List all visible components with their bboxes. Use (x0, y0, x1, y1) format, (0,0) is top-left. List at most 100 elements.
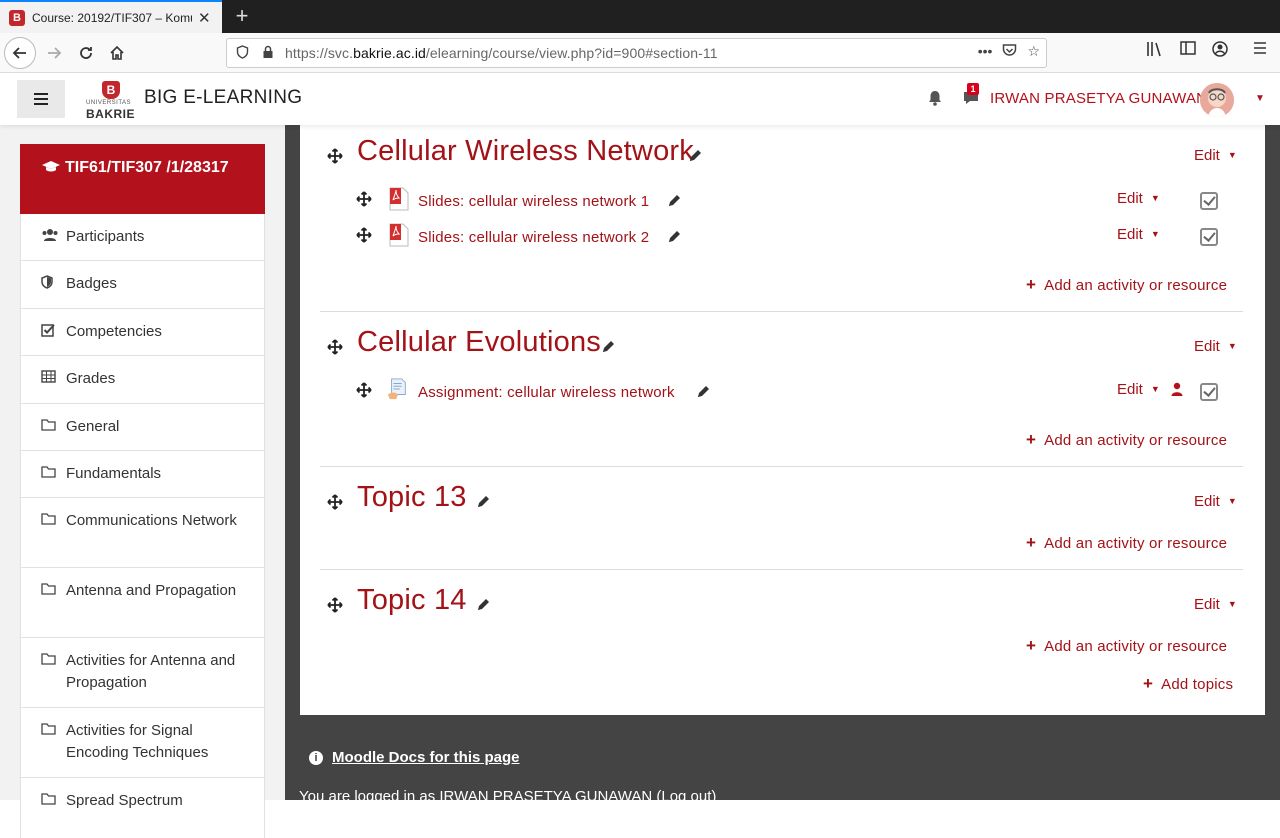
folder-icon (41, 792, 57, 808)
drawer-item-label: Competencies (66, 323, 162, 340)
section-edit-menu[interactable]: Edit ▼ (1194, 493, 1237, 510)
tab-close-icon[interactable]: ✕ (198, 9, 211, 27)
drawer-item-spread-spectrum[interactable]: Spread Spectrum (20, 778, 265, 838)
site-logo[interactable]: B UNIVERSITAS BAKRIE (86, 79, 138, 121)
section-title[interactable]: Cellular Wireless Network (357, 135, 694, 168)
sidebar-toggle-icon[interactable] (1180, 41, 1196, 55)
drawer-item-label: Spread Spectrum (66, 792, 183, 809)
tracking-shield-icon (231, 44, 253, 62)
section-divider (320, 569, 1243, 570)
reload-button[interactable] (70, 37, 102, 69)
drawer-item-badges[interactable]: Badges (20, 261, 265, 309)
library-icon[interactable] (1146, 41, 1164, 57)
lock-icon (257, 45, 279, 62)
course-title: TIF61/TIF307 /1/28317 (65, 159, 229, 176)
app-menu-icon[interactable] (1253, 41, 1267, 55)
folder-icon (41, 652, 57, 668)
drawer-item-grades[interactable]: Grades (20, 356, 265, 404)
section-edit-menu[interactable]: Edit ▼ (1194, 338, 1237, 355)
edit-title-pencil-icon[interactable] (667, 194, 681, 208)
notification-bell-icon[interactable] (926, 89, 944, 107)
section-title[interactable]: Cellular Evolutions (357, 326, 601, 359)
home-icon (110, 45, 124, 60)
section-title[interactable]: Topic 13 (357, 481, 467, 514)
add-topics-link[interactable]: + Add topics (1143, 674, 1233, 694)
reload-icon (80, 47, 92, 59)
activity-edit-menu[interactable]: Edit ▼ (1117, 381, 1160, 398)
course-home-link[interactable]: TIF61/TIF307 /1/28317 (20, 144, 265, 214)
folder-icon (41, 512, 57, 528)
page-actions-icon[interactable]: ••• (978, 43, 993, 60)
drawer-item-competencies[interactable]: Competencies (20, 309, 265, 356)
drawer-item-label: Activities for Antenna and Propagation (66, 652, 236, 691)
browser-tab-bar: B Course: 20192/TIF307 – Komu ✕ + (0, 0, 1280, 33)
add-activity-link[interactable]: + Add an activity or resource (1026, 275, 1227, 295)
add-activity-link[interactable]: + Add an activity or resource (1026, 533, 1227, 553)
edit-title-pencil-icon[interactable] (688, 149, 702, 163)
edit-title-pencil-icon[interactable] (696, 385, 710, 399)
activity-link[interactable]: Slides: cellular wireless network 1 (418, 193, 649, 210)
move-section-icon[interactable] (327, 494, 343, 510)
drawer-item-participants[interactable]: Participants (20, 214, 265, 261)
drawer-item-activities-antenna[interactable]: Activities for Antenna and Propagation (20, 638, 265, 708)
completion-checkbox-icon[interactable] (1200, 383, 1218, 401)
activity-edit-menu[interactable]: Edit ▼ (1117, 190, 1160, 207)
edit-title-pencil-icon[interactable] (476, 598, 490, 612)
users-icon (41, 228, 58, 244)
drawer-toggle-button[interactable] (17, 80, 65, 118)
bookmark-star-icon[interactable]: ☆ (1027, 43, 1040, 60)
tab-title: Course: 20192/TIF307 – Komu (32, 10, 192, 25)
url-bar[interactable]: https://svc.bakrie.ac.id/elearning/cours… (226, 38, 1047, 68)
drawer-item-fundamentals[interactable]: Fundamentals (20, 451, 265, 498)
section-edit-menu[interactable]: Edit ▼ (1194, 596, 1237, 613)
activity-link[interactable]: Assignment: cellular wireless network (418, 384, 675, 401)
section-divider (320, 311, 1243, 312)
section-divider (320, 466, 1243, 467)
browser-tab[interactable]: B Course: 20192/TIF307 – Komu ✕ (0, 0, 222, 33)
drawer-item-label: Participants (66, 228, 145, 245)
activity-link[interactable]: Slides: cellular wireless network 2 (418, 229, 649, 246)
forward-button[interactable] (38, 37, 70, 69)
move-section-icon[interactable] (327, 339, 343, 355)
drawer-item-general[interactable]: General (20, 404, 265, 451)
user-menu-caret-icon[interactable]: ▼ (1255, 93, 1265, 104)
drawer-item-label: General (66, 418, 120, 435)
url-text: https://svc.bakrie.ac.id/elearning/cours… (285, 45, 718, 61)
edit-title-pencil-icon[interactable] (601, 340, 615, 354)
edit-title-pencil-icon[interactable] (476, 495, 490, 509)
site-name[interactable]: BIG E-LEARNING (144, 87, 302, 109)
logo-shield: B (102, 81, 120, 99)
drawer-item-communications-network[interactable]: Communications Network (20, 498, 265, 568)
completion-checkbox-icon[interactable] (1200, 228, 1218, 246)
account-icon[interactable] (1212, 41, 1228, 57)
move-activity-icon[interactable] (356, 382, 372, 398)
user-restriction-icon[interactable] (1171, 382, 1183, 396)
new-tab-button[interactable]: + (230, 3, 254, 29)
move-section-icon[interactable] (327, 597, 343, 613)
move-activity-icon[interactable] (356, 191, 372, 207)
activity-edit-menu[interactable]: Edit ▼ (1117, 226, 1160, 243)
completion-checkbox-icon[interactable] (1200, 192, 1218, 210)
drawer-item-antenna-propagation[interactable]: Antenna and Propagation (20, 568, 265, 638)
page-footer: i Moodle Docs for this page You are logg… (285, 730, 1280, 805)
pocket-icon[interactable] (1002, 43, 1017, 60)
back-button[interactable] (4, 37, 36, 69)
drawer-item-activities-signal-encoding[interactable]: Activities for Signal Encoding Technique… (20, 708, 265, 778)
course-content: Cellular Wireless Network Edit ▼ Slides: … (285, 125, 1280, 730)
section-edit-menu[interactable]: Edit ▼ (1194, 147, 1237, 164)
course-nav-drawer: TIF61/TIF307 /1/28317 Participants Badge… (20, 144, 265, 838)
drawer-item-label: Antenna and Propagation (66, 582, 237, 599)
user-name[interactable]: IRWAN PRASETYA GUNAWAN (990, 90, 1207, 107)
move-activity-icon[interactable] (356, 227, 372, 243)
avatar[interactable] (1200, 83, 1234, 117)
folder-icon (41, 582, 57, 598)
move-section-icon[interactable] (327, 148, 343, 164)
add-activity-link[interactable]: + Add an activity or resource (1026, 430, 1227, 450)
edit-title-pencil-icon[interactable] (667, 230, 681, 244)
add-activity-link[interactable]: + Add an activity or resource (1026, 636, 1227, 656)
moodle-docs-link[interactable]: Moodle Docs for this page (332, 749, 520, 766)
graduation-cap-icon (42, 160, 60, 178)
section-title[interactable]: Topic 14 (357, 584, 467, 617)
drawer-item-label: Badges (66, 275, 117, 292)
home-button[interactable] (101, 37, 133, 69)
